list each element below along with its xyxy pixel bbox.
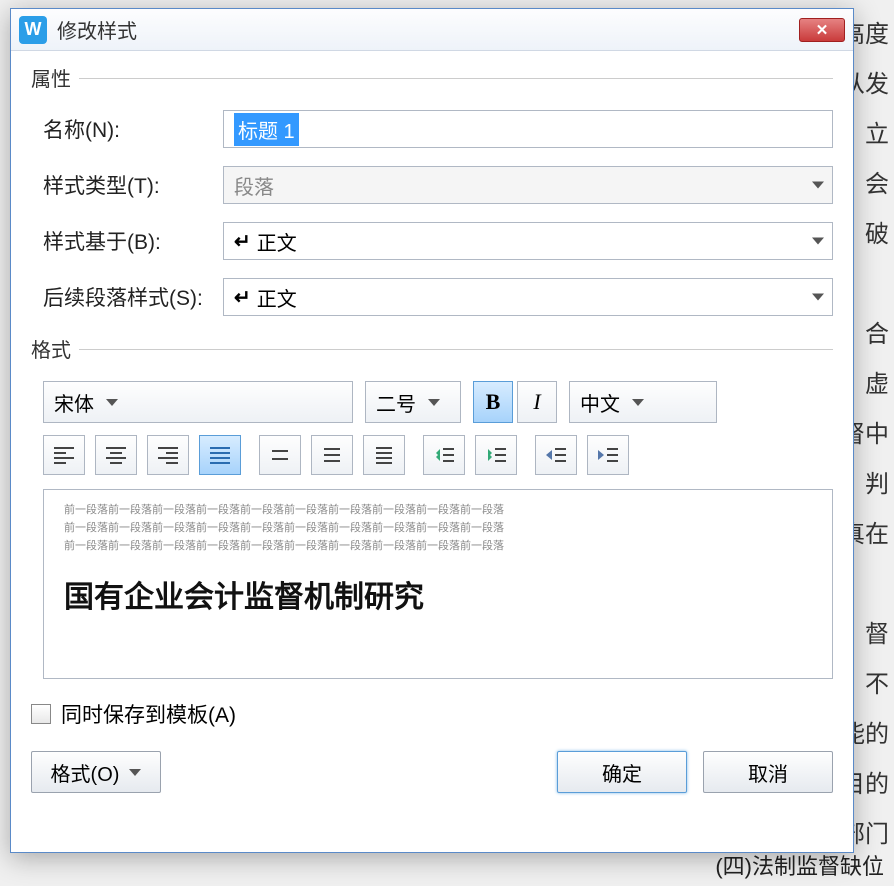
type-row: 样式类型(T): 段落 [31,166,833,204]
language-select[interactable]: 中文 [569,381,717,423]
chevron-down-icon [812,182,824,189]
app-icon: W [19,16,47,44]
save-template-label: 同时保存到模板(A) [61,699,236,729]
para-space-increase-button[interactable] [423,435,465,475]
name-input[interactable]: 标题 1 [223,110,833,148]
close-button[interactable]: ✕ [799,18,845,42]
next-row: 后续段落样式(S): ↵ 正文 [31,278,833,316]
dialog-body: 属性 名称(N): 标题 1 样式类型(T): 段落 样式基于(B): ↵ 正文… [11,51,853,852]
fontsize-select[interactable]: 二号 [365,381,461,423]
based-label: 样式基于(B): [43,226,223,256]
cancel-button[interactable]: 取消 [703,751,833,793]
next-select[interactable]: ↵ 正文 [223,278,833,316]
close-icon: ✕ [816,21,829,39]
name-label: 名称(N): [43,114,223,144]
chevron-down-icon [632,399,644,406]
paragraph-toolbar [31,435,833,475]
save-template-checkbox[interactable] [31,704,51,724]
based-row: 样式基于(B): ↵ 正文 [31,222,833,260]
preview-sample-text: 国有企业会计监督机制研究 [64,572,812,616]
modify-style-dialog: W 修改样式 ✕ 属性 名称(N): 标题 1 样式类型(T): 段落 样式基于… [10,8,854,853]
chevron-down-icon [129,769,141,776]
italic-button[interactable]: I [517,381,557,423]
line-spacing-1-5-button[interactable] [311,435,353,475]
chevron-down-icon [428,399,440,406]
button-row: 格式(O) 确定 取消 [31,751,833,793]
align-justify-button[interactable] [199,435,241,475]
indent-decrease-button[interactable] [535,435,577,475]
format-section-label: 格式 [31,334,833,363]
save-template-row: 同时保存到模板(A) [31,699,833,729]
format-toolbar: 宋体 二号 B I 中文 [31,381,833,423]
return-icon: ↵ [234,285,251,310]
indent-increase-button[interactable] [587,435,629,475]
type-label: 样式类型(T): [43,170,223,200]
type-select: 段落 [223,166,833,204]
chevron-down-icon [106,399,118,406]
ok-button[interactable]: 确定 [557,751,687,793]
align-right-button[interactable] [147,435,189,475]
dialog-title: 修改样式 [57,15,799,44]
name-row: 名称(N): 标题 1 [31,110,833,148]
line-spacing-1-button[interactable] [259,435,301,475]
preview-panel: 前一段落前一段落前一段落前一段落前一段落前一段落前一段落前一段落前一段落前一段落… [43,489,833,679]
properties-section-label: 属性 [31,63,833,92]
bold-italic-group: B I [473,381,557,423]
based-select[interactable]: ↵ 正文 [223,222,833,260]
chevron-down-icon [812,294,824,301]
line-spacing-2-button[interactable] [363,435,405,475]
bold-button[interactable]: B [473,381,513,423]
background-bottom-text: (四)法制监督缺位 [715,849,884,881]
titlebar: W 修改样式 ✕ [11,9,853,51]
para-space-decrease-button[interactable] [475,435,517,475]
chevron-down-icon [812,238,824,245]
return-icon: ↵ [234,229,251,254]
font-select[interactable]: 宋体 [43,381,353,423]
align-center-button[interactable] [95,435,137,475]
next-label: 后续段落样式(S): [43,282,223,312]
format-dropdown-button[interactable]: 格式(O) [31,751,161,793]
align-left-button[interactable] [43,435,85,475]
